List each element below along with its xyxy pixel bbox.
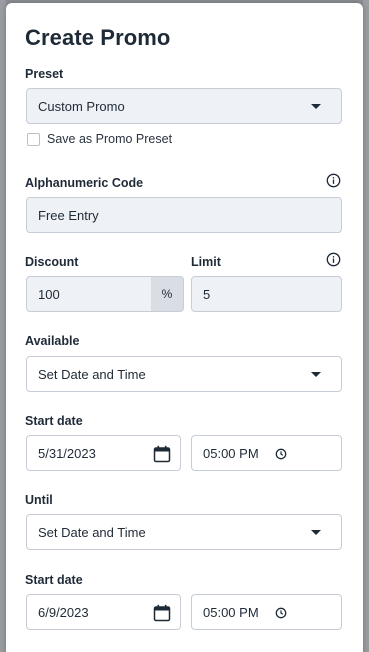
- start-date-value: 5/31/2023: [38, 445, 96, 461]
- code-input[interactable]: Free Entry: [26, 197, 342, 233]
- start-time-input[interactable]: 05:00 PM: [191, 435, 342, 471]
- clock-icon[interactable]: [275, 448, 287, 460]
- end-date-input[interactable]: 6/9/2023: [26, 594, 181, 630]
- discount-input-value: 100: [38, 286, 60, 302]
- info-icon[interactable]: [326, 252, 341, 267]
- discount-input[interactable]: 100: [26, 276, 152, 312]
- start-date-label: Start date: [25, 414, 83, 428]
- preset-select-value: Custom Promo: [38, 98, 125, 114]
- modal-title: Create Promo: [25, 25, 171, 50]
- save-preset-checkbox[interactable]: [27, 133, 40, 146]
- chevron-down-icon: [311, 530, 321, 535]
- limit-input-value: 5: [203, 286, 211, 302]
- clock-icon[interactable]: [275, 607, 287, 619]
- code-input-value: Free Entry: [38, 207, 99, 223]
- until-label: Until: [25, 493, 53, 507]
- available-select-value: Set Date and Time: [38, 366, 146, 382]
- chevron-down-icon: [311, 372, 321, 377]
- calendar-icon[interactable]: [153, 445, 171, 463]
- percent-addon: %: [151, 276, 184, 312]
- info-icon[interactable]: [326, 173, 341, 188]
- until-select[interactable]: Set Date and Time: [26, 514, 342, 550]
- chevron-down-icon: [311, 104, 321, 109]
- preset-label: Preset: [25, 67, 64, 81]
- limit-input[interactable]: 5: [191, 276, 342, 312]
- code-label: Alphanumeric Code: [25, 176, 144, 190]
- until-select-value: Set Date and Time: [38, 524, 146, 540]
- calendar-icon[interactable]: [153, 604, 171, 622]
- preset-select[interactable]: Custom Promo: [26, 88, 342, 124]
- available-label: Available: [25, 334, 80, 348]
- start-time-value: 05:00 PM: [203, 445, 259, 461]
- end-date-value: 6/9/2023: [38, 604, 89, 620]
- save-preset-label: Save as Promo Preset: [47, 132, 173, 146]
- backdrop: [363, 0, 369, 652]
- end-date-label: Start date: [25, 573, 83, 587]
- start-date-input[interactable]: 5/31/2023: [26, 435, 181, 471]
- end-time-value: 05:00 PM: [203, 604, 259, 620]
- limit-label: Limit: [191, 255, 221, 269]
- discount-label: Discount: [25, 255, 79, 269]
- create-promo-modal: Create Promo Preset Custom Promo Save as…: [6, 3, 363, 652]
- end-time-input[interactable]: 05:00 PM: [191, 594, 342, 630]
- available-select[interactable]: Set Date and Time: [26, 356, 342, 392]
